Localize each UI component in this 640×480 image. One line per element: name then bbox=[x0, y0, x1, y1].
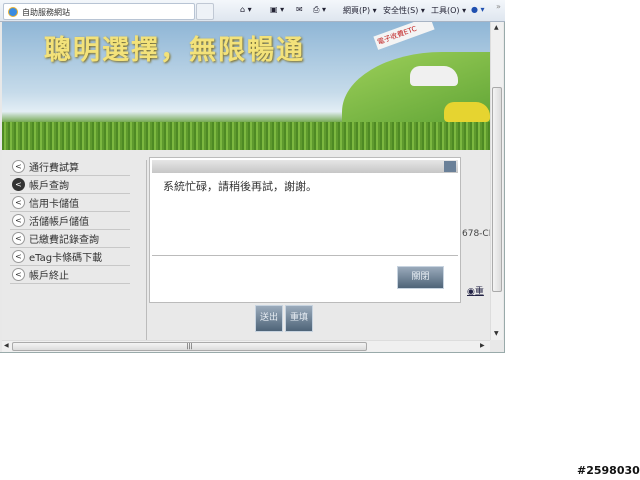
sidebar-item[interactable]: < eTag卡條碼下載 bbox=[10, 248, 130, 266]
alert-dialog: 系統忙碌，請稍後再試，謝謝。 關閉 bbox=[149, 157, 461, 303]
print-icon[interactable]: ⎙ ▾ bbox=[313, 5, 326, 15]
sidebar-item[interactable]: < 通行費試算 bbox=[10, 158, 130, 176]
tab-title: 自助服務網站 bbox=[22, 8, 70, 17]
rss-icon[interactable]: ▣ ▾ bbox=[270, 5, 284, 14]
new-tab-button[interactable] bbox=[196, 3, 214, 20]
etc-sign: 電子收費ETC bbox=[373, 22, 435, 50]
banner: 聰明選擇，無限暢通 電子收費ETC bbox=[2, 22, 490, 150]
scroll-down-icon[interactable]: ▼ bbox=[494, 330, 499, 337]
sidebar-item[interactable]: < 已繳費記錄查詢 bbox=[10, 230, 130, 248]
reset-button[interactable]: 重填 bbox=[285, 305, 313, 332]
chevron-left-icon: < bbox=[12, 250, 25, 263]
home-icon[interactable]: ⌂ ▾ bbox=[240, 5, 252, 14]
chevron-left-icon: < bbox=[12, 178, 25, 191]
close-button[interactable]: 關閉 bbox=[397, 266, 444, 289]
chevron-left-icon: < bbox=[12, 214, 25, 227]
watermark: #2598030 bbox=[577, 464, 640, 477]
banner-slogan: 聰明選擇，無限暢通 bbox=[44, 35, 305, 66]
divider bbox=[152, 255, 458, 256]
sidebar-nav: < 通行費試算 < 帳戶查詢 < 信用卡儲值 < 活儲帳戶儲值 < 已繳費記錄查詢 < eTag卡條碼… bbox=[10, 158, 130, 284]
sidebar-item-label: 帳戶查詢 bbox=[29, 181, 69, 192]
partial-link[interactable]: ◉重 bbox=[467, 284, 484, 297]
yellow-car-graphic bbox=[444, 102, 490, 122]
chevron-more-icon[interactable]: » bbox=[496, 2, 501, 11]
chevron-left-icon: < bbox=[12, 232, 25, 245]
sidebar-item-label: 信用卡儲值 bbox=[29, 199, 79, 210]
vertical-scrollbar[interactable]: ▲ ▼ bbox=[490, 22, 503, 340]
tools-menu[interactable]: 工具(O) ▾ bbox=[431, 5, 466, 16]
chevron-left-icon: < bbox=[12, 268, 25, 281]
scroll-right-icon[interactable]: ▶ bbox=[480, 342, 485, 349]
sidebar-item-label: 活儲帳戶儲值 bbox=[29, 217, 89, 228]
page-menu[interactable]: 網頁(P) ▾ bbox=[343, 5, 377, 16]
sidebar-item-label: eTag卡條碼下載 bbox=[29, 253, 103, 264]
help-icon[interactable]: ● ▾ bbox=[471, 5, 485, 14]
partial-link-label: 重 bbox=[474, 287, 484, 297]
sidebar-item[interactable]: < 活儲帳戶儲值 bbox=[10, 212, 130, 230]
sidebar-item-label: 通行費試算 bbox=[29, 163, 79, 174]
dialog-message: 系統忙碌，請稍後再試，謝謝。 bbox=[163, 180, 317, 193]
submit-button[interactable]: 送出 bbox=[255, 305, 283, 332]
browser-toolbar: 自助服務網站 ⌂ ▾ ▣ ▾ ✉ ⎙ ▾ 網頁(P) ▾ 安全性(S) ▾ 工具… bbox=[0, 0, 505, 22]
horizontal-scroll-thumb[interactable]: ||| bbox=[12, 342, 367, 351]
browser-window: 自助服務網站 ⌂ ▾ ▣ ▾ ✉ ⎙ ▾ 網頁(P) ▾ 安全性(S) ▾ 工具… bbox=[0, 0, 505, 353]
divider bbox=[146, 160, 147, 340]
dialog-close-icon[interactable] bbox=[444, 161, 456, 172]
chevron-left-icon: < bbox=[12, 160, 25, 173]
sidebar-item-label: 已繳費記錄查詢 bbox=[29, 235, 99, 246]
sidebar-item[interactable]: < 信用卡儲值 bbox=[10, 194, 130, 212]
ie-icon bbox=[8, 7, 18, 17]
sidebar-item-label: 帳戶終止 bbox=[29, 271, 69, 282]
horizontal-scrollbar[interactable]: ◀ ||| ▶ bbox=[2, 340, 490, 352]
browser-tab[interactable]: 自助服務網站 bbox=[3, 3, 195, 20]
mail-icon[interactable]: ✉ bbox=[296, 5, 303, 14]
chevron-left-icon: < bbox=[12, 196, 25, 209]
sidebar-item[interactable]: < 帳戶查詢 bbox=[10, 176, 130, 194]
grass-graphic bbox=[2, 122, 490, 150]
vertical-scroll-thumb[interactable] bbox=[492, 87, 502, 292]
white-car-graphic bbox=[410, 66, 458, 86]
dialog-titlebar bbox=[152, 160, 458, 173]
safety-menu[interactable]: 安全性(S) ▾ bbox=[383, 5, 425, 16]
scroll-left-icon[interactable]: ◀ bbox=[4, 342, 9, 349]
sidebar-item[interactable]: < 帳戶終止 bbox=[10, 266, 130, 284]
scroll-up-icon[interactable]: ▲ bbox=[494, 24, 499, 31]
